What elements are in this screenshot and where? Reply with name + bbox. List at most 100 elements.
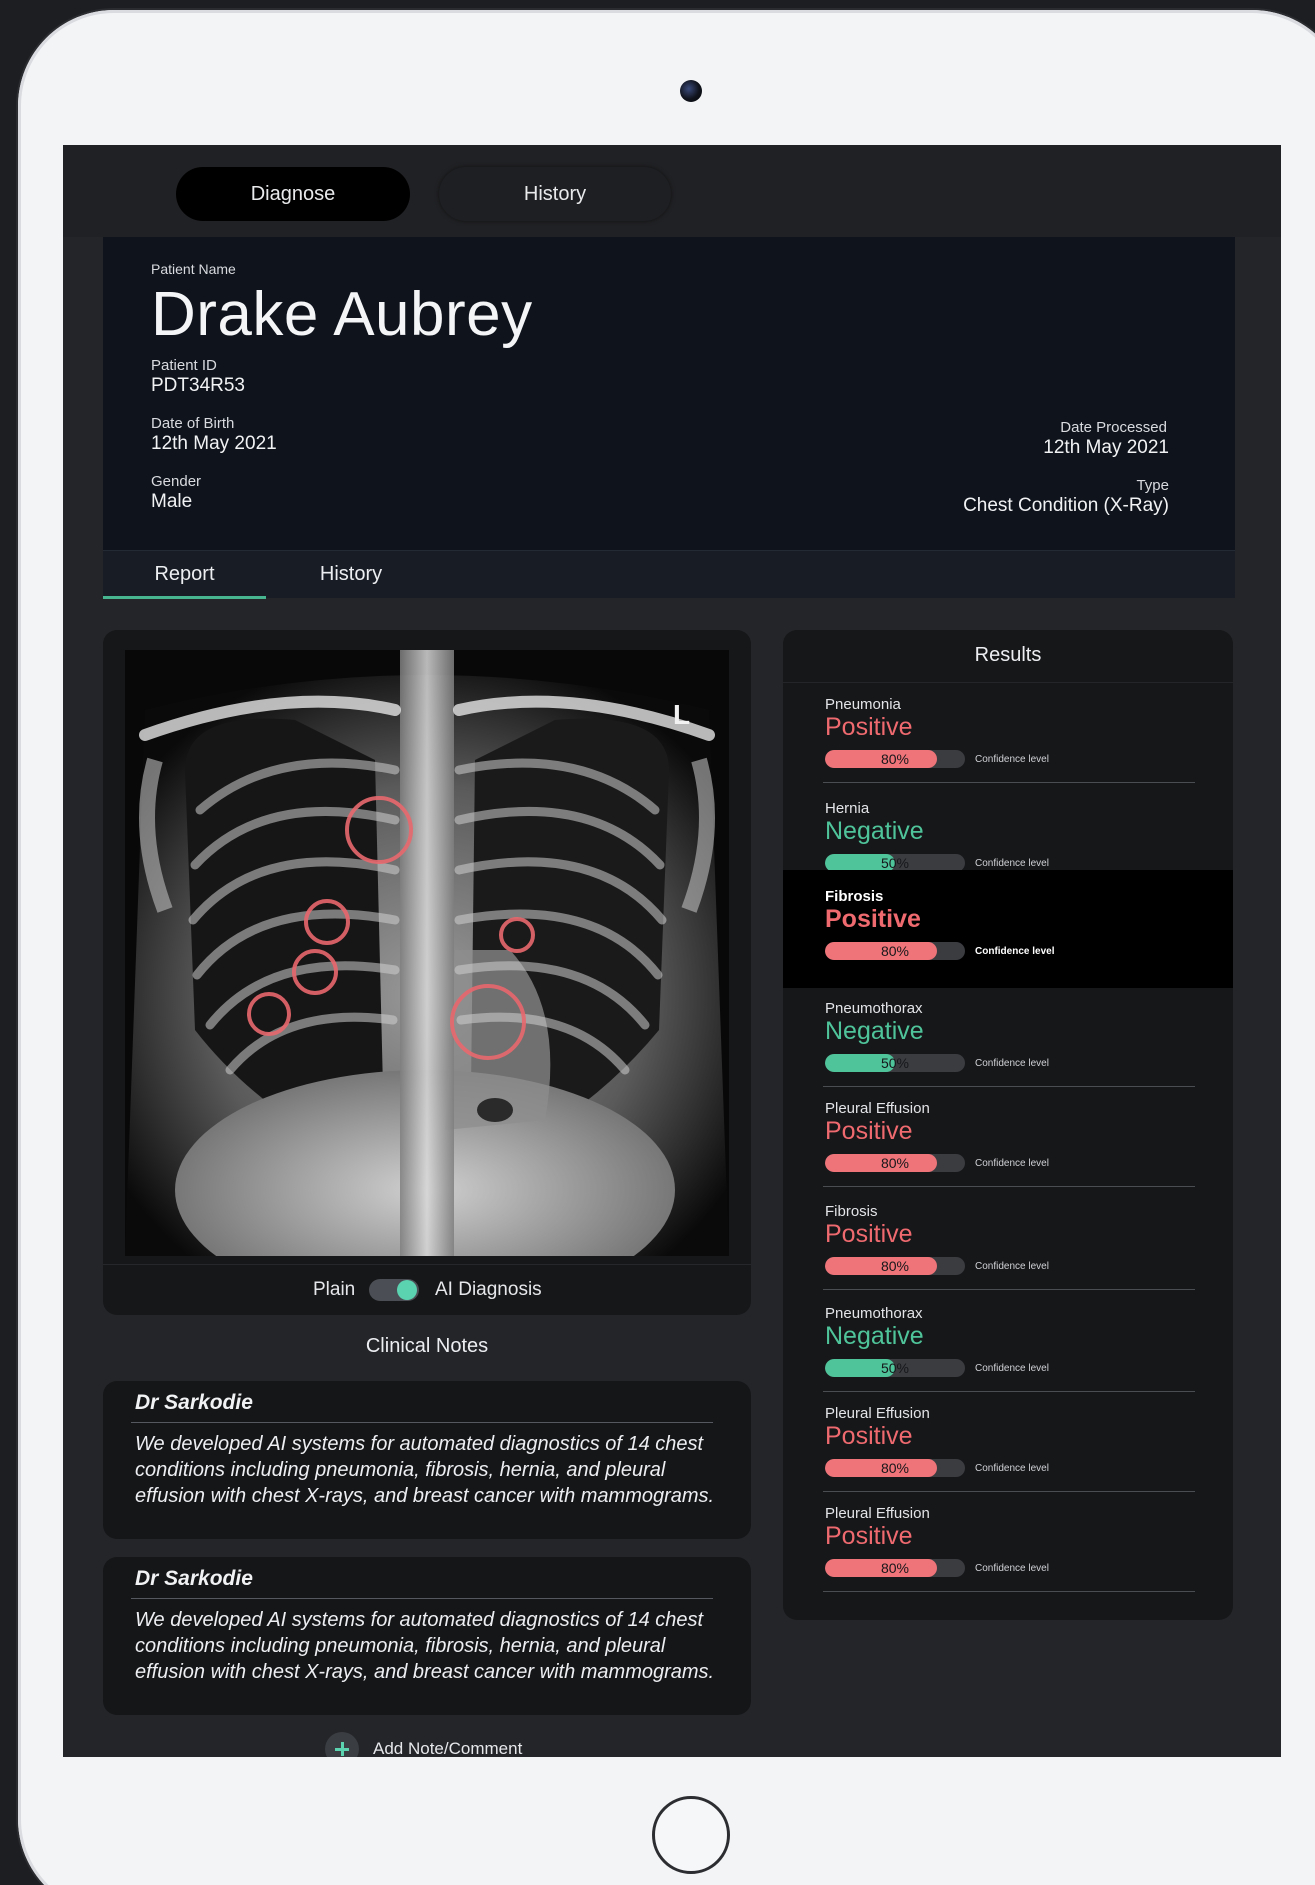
- result-divider: [823, 1491, 1195, 1492]
- patient-name: Drake Aubrey: [151, 280, 533, 349]
- patient-id: PDT34R53: [151, 375, 245, 396]
- confidence-label: Confidence level: [975, 946, 1055, 957]
- note-divider: [131, 1598, 713, 1599]
- confidence-value: 50%: [880, 1360, 910, 1376]
- result-row[interactable]: Pneumothorax Negative 50% Confidence level: [783, 1000, 1233, 1100]
- confidence-bar: 80%: [825, 1559, 965, 1577]
- result-condition: Pneumothorax: [825, 1000, 923, 1017]
- toggle-ai-label: AI Diagnosis: [435, 1279, 542, 1300]
- confidence-value: 80%: [880, 1460, 910, 1476]
- clinical-note: Dr Sarkodie We developed AI systems for …: [103, 1381, 751, 1539]
- ai-diagnosis-toggle[interactable]: [369, 1279, 419, 1301]
- type-label: Type: [1136, 477, 1169, 494]
- note-divider: [131, 1422, 713, 1423]
- toggle-knob: [397, 1280, 417, 1300]
- results-title: Results: [974, 644, 1042, 666]
- result-condition: Fibrosis: [825, 888, 884, 905]
- result-condition: Hernia: [825, 800, 870, 817]
- result-divider: [823, 782, 1195, 783]
- confidence-label: Confidence level: [975, 1463, 1049, 1474]
- xray-card: L Plain AI Diagnosis: [103, 630, 751, 1315]
- confidence-bar: 80%: [825, 1459, 965, 1477]
- xray-illustration: L: [125, 650, 729, 1256]
- result-row[interactable]: Pneumothorax Negative 50% Confidence level: [783, 1305, 1233, 1405]
- patient-id-label: Patient ID: [151, 357, 217, 374]
- result-row[interactable]: Pleural Effusion Positive 80% Confidence le…: [783, 1505, 1233, 1605]
- result-status: Positive: [825, 905, 921, 933]
- plus-icon: [325, 1732, 359, 1757]
- date-processed-label: Date Processed: [1060, 419, 1167, 436]
- result-status: Positive: [825, 1422, 913, 1450]
- view-toggle-row: Plain AI Diagnosis: [103, 1264, 751, 1314]
- result-row[interactable]: Fibrosis Positive 80% Confidence level: [783, 870, 1233, 988]
- gender-label: Gender: [151, 473, 202, 490]
- clinical-notes-title: Clinical Notes: [365, 1335, 489, 1357]
- note-author: Dr Sarkodie: [135, 1567, 253, 1590]
- dob-value: 12th May 2021: [151, 433, 277, 454]
- add-note-button[interactable]: Add Note/Comment: [325, 1732, 523, 1757]
- note-text: We developed AI systems for automated di…: [135, 1609, 715, 1683]
- tab-diagnose[interactable]: Diagnose: [176, 167, 410, 221]
- date-processed-value: 12th May 2021: [1043, 437, 1169, 458]
- result-condition: Fibrosis: [825, 1203, 878, 1220]
- patient-header: Patient Name Drake Aubrey Patient ID PDT…: [103, 237, 1235, 587]
- result-row[interactable]: Pleural Effusion Positive 80% Confidence le…: [783, 1405, 1233, 1505]
- note-text: We developed AI systems for automated di…: [135, 1433, 715, 1507]
- result-status: Negative: [825, 1322, 924, 1350]
- chest-xray-image[interactable]: L: [125, 650, 729, 1256]
- note-author: Dr Sarkodie: [135, 1391, 253, 1414]
- confidence-bar: 80%: [825, 1154, 965, 1172]
- result-condition: Pneumothorax: [825, 1305, 923, 1322]
- tab-report[interactable]: Report: [103, 551, 266, 599]
- confidence-value: 50%: [880, 1055, 910, 1071]
- confidence-bar: 80%: [825, 942, 965, 960]
- confidence-value: 80%: [880, 1258, 910, 1274]
- confidence-bar: 80%: [825, 750, 965, 768]
- result-status: Positive: [825, 1220, 913, 1248]
- result-row[interactable]: Fibrosis Positive 80% Confidence level: [783, 1203, 1233, 1303]
- result-divider: [823, 1591, 1195, 1592]
- confidence-label: Confidence level: [975, 858, 1049, 869]
- confidence-label: Confidence level: [975, 1158, 1049, 1169]
- result-status: Positive: [825, 713, 913, 741]
- confidence-value: 80%: [880, 1560, 910, 1576]
- confidence-value: 80%: [880, 1155, 910, 1171]
- xray-side-marker: L: [673, 699, 690, 730]
- confidence-label: Confidence level: [975, 754, 1049, 765]
- result-condition: Pleural Effusion: [825, 1405, 930, 1422]
- gender-value: Male: [151, 491, 193, 512]
- clinical-note: Dr Sarkodie We developed AI systems for …: [103, 1557, 751, 1715]
- tab-history[interactable]: History: [439, 167, 671, 221]
- confidence-value: 80%: [880, 751, 910, 767]
- confidence-value: 50%: [880, 855, 910, 871]
- results-divider: [783, 682, 1233, 683]
- type-value: Chest Condition (X-Ray): [963, 495, 1169, 516]
- app-screen: Diagnose History Patient Name Drake Aubr…: [63, 145, 1281, 1757]
- result-row[interactable]: Pleural Effusion Positive 80% Confidence le…: [783, 1100, 1233, 1200]
- patient-name-label: Patient Name: [151, 261, 236, 277]
- result-status: Negative: [825, 1017, 924, 1045]
- home-button[interactable]: [652, 1796, 730, 1874]
- result-status: Positive: [825, 1522, 913, 1550]
- result-divider: [823, 1086, 1195, 1087]
- result-condition: Pneumonia: [825, 696, 901, 713]
- result-divider: [823, 1289, 1195, 1290]
- camera-icon: [680, 80, 702, 102]
- tab-report-history[interactable]: History: [271, 551, 431, 599]
- confidence-bar: 50%: [825, 1054, 965, 1072]
- confidence-label: Confidence level: [975, 1058, 1049, 1069]
- confidence-label: Confidence level: [975, 1563, 1049, 1574]
- result-status: Positive: [825, 1117, 913, 1145]
- result-status: Negative: [825, 817, 924, 845]
- top-nav: Diagnose History: [63, 145, 1281, 237]
- confidence-bar: 50%: [825, 1359, 965, 1377]
- result-row[interactable]: Pneumonia Positive 80% Confidence level: [783, 696, 1233, 796]
- results-panel: Results Pneumonia Positive 80% Confidence l…: [783, 630, 1233, 1620]
- result-condition: Pleural Effusion: [825, 1100, 930, 1117]
- confidence-label: Confidence level: [975, 1261, 1049, 1272]
- report-tabs: Report History: [103, 550, 1235, 599]
- dob-label: Date of Birth: [151, 415, 235, 432]
- add-note-label: Add Note/Comment: [373, 1739, 523, 1757]
- toggle-plain-label: Plain: [313, 1279, 356, 1300]
- result-divider: [823, 1391, 1195, 1392]
